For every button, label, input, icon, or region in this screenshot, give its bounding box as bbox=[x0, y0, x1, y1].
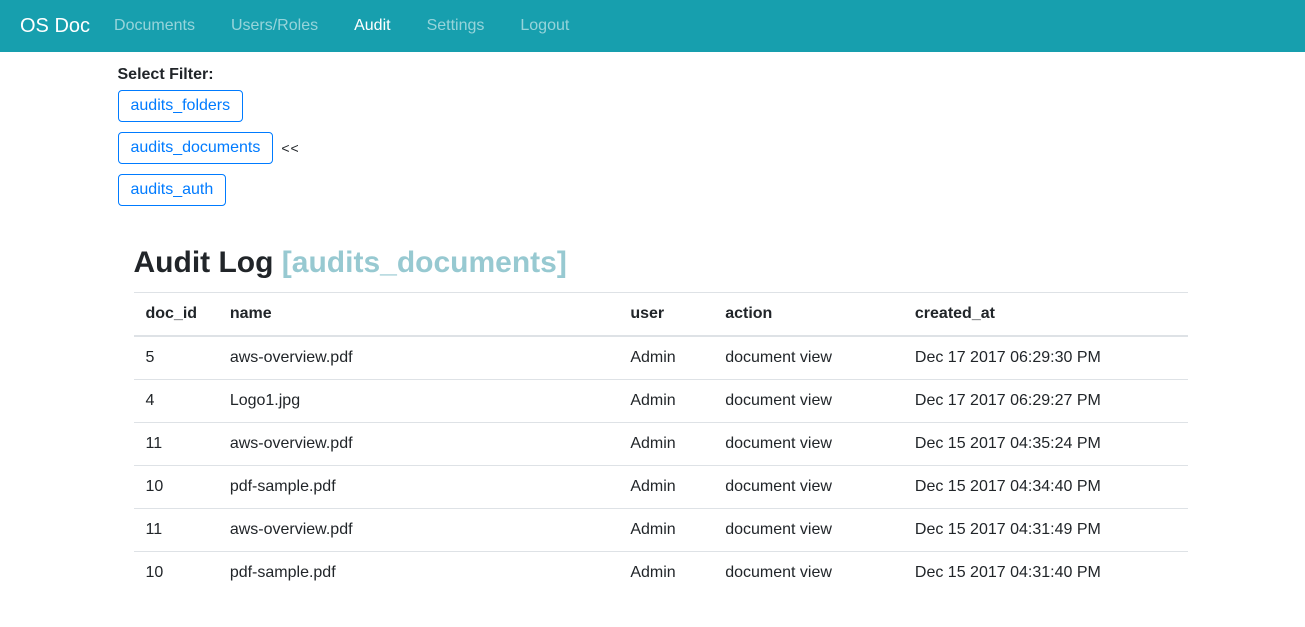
filter-button-audits-folders[interactable]: audits_folders bbox=[118, 90, 244, 122]
cell-action: document view bbox=[713, 509, 903, 552]
table-row: 11aws-overview.pdfAdmindocument viewDec … bbox=[134, 509, 1188, 552]
nav-link-users-roles[interactable]: Users/Roles bbox=[231, 17, 318, 35]
cell-created-at: Dec 17 2017 06:29:27 PM bbox=[903, 380, 1188, 423]
audit-log-title: Audit Log [audits_documents] bbox=[134, 246, 1188, 280]
cell-doc-id: 10 bbox=[134, 466, 218, 509]
navbar: OS Doc Documents Users/Roles Audit Settings… bbox=[0, 0, 1305, 52]
cell-user: Admin bbox=[618, 552, 713, 595]
filter-button-audits-auth[interactable]: audits_auth bbox=[118, 174, 227, 206]
nav-link-logout[interactable]: Logout bbox=[520, 17, 569, 35]
filter-button-audits-documents[interactable]: audits_documents bbox=[118, 132, 274, 164]
cell-created-at: Dec 15 2017 04:31:49 PM bbox=[903, 509, 1188, 552]
cell-action: document view bbox=[713, 423, 903, 466]
cell-created-at: Dec 15 2017 04:31:40 PM bbox=[903, 552, 1188, 595]
cell-action: document view bbox=[713, 466, 903, 509]
cell-doc-id: 5 bbox=[134, 336, 218, 380]
cell-name: Logo1.jpg bbox=[218, 380, 619, 423]
column-header-name: name bbox=[218, 293, 619, 337]
table-row: 10pdf-sample.pdfAdmindocument viewDec 15… bbox=[134, 552, 1188, 595]
cell-user: Admin bbox=[618, 336, 713, 380]
audit-log-table: doc_idnameuseractioncreated_at 5aws-over… bbox=[134, 292, 1188, 594]
table-row: 4Logo1.jpgAdmindocument viewDec 17 2017 … bbox=[134, 380, 1188, 423]
nav-link-documents[interactable]: Documents bbox=[114, 17, 195, 35]
cell-doc-id: 10 bbox=[134, 552, 218, 595]
cell-user: Admin bbox=[618, 423, 713, 466]
cell-name: aws-overview.pdf bbox=[218, 423, 619, 466]
main-container: Select Filter: audits_folders audits_docu… bbox=[103, 66, 1203, 594]
cell-action: document view bbox=[713, 336, 903, 380]
audit-log-title-suffix: [audits_documents] bbox=[282, 246, 567, 279]
column-header-created-at: created_at bbox=[903, 293, 1188, 337]
cell-name: pdf-sample.pdf bbox=[218, 466, 619, 509]
table-row: 11aws-overview.pdfAdmindocument viewDec … bbox=[134, 423, 1188, 466]
nav-link-audit[interactable]: Audit bbox=[354, 17, 390, 35]
cell-created-at: Dec 15 2017 04:34:40 PM bbox=[903, 466, 1188, 509]
nav-link-settings[interactable]: Settings bbox=[427, 17, 485, 35]
cell-name: aws-overview.pdf bbox=[218, 336, 619, 380]
cell-doc-id: 11 bbox=[134, 423, 218, 466]
cell-created-at: Dec 17 2017 06:29:30 PM bbox=[903, 336, 1188, 380]
cell-doc-id: 4 bbox=[134, 380, 218, 423]
cell-name: pdf-sample.pdf bbox=[218, 552, 619, 595]
cell-created-at: Dec 15 2017 04:35:24 PM bbox=[903, 423, 1188, 466]
column-header-doc-id: doc_id bbox=[134, 293, 218, 337]
table-row: 5aws-overview.pdfAdmindocument viewDec 1… bbox=[134, 336, 1188, 380]
cell-user: Admin bbox=[618, 466, 713, 509]
column-header-action: action bbox=[713, 293, 903, 337]
navbar-brand[interactable]: OS Doc bbox=[20, 15, 90, 38]
table-row: 10pdf-sample.pdfAdmindocument viewDec 15… bbox=[134, 466, 1188, 509]
filter-label: Select Filter: bbox=[118, 66, 1188, 84]
column-header-user: user bbox=[618, 293, 713, 337]
cell-action: document view bbox=[713, 380, 903, 423]
cell-user: Admin bbox=[618, 380, 713, 423]
selected-filter-indicator: << bbox=[281, 140, 299, 156]
filter-section: Select Filter: audits_folders audits_docu… bbox=[118, 66, 1188, 206]
cell-doc-id: 11 bbox=[134, 509, 218, 552]
audit-log-section: Audit Log [audits_documents] doc_idnameu… bbox=[118, 246, 1188, 594]
cell-name: aws-overview.pdf bbox=[218, 509, 619, 552]
cell-user: Admin bbox=[618, 509, 713, 552]
audit-log-title-prefix: Audit Log bbox=[134, 246, 282, 279]
cell-action: document view bbox=[713, 552, 903, 595]
